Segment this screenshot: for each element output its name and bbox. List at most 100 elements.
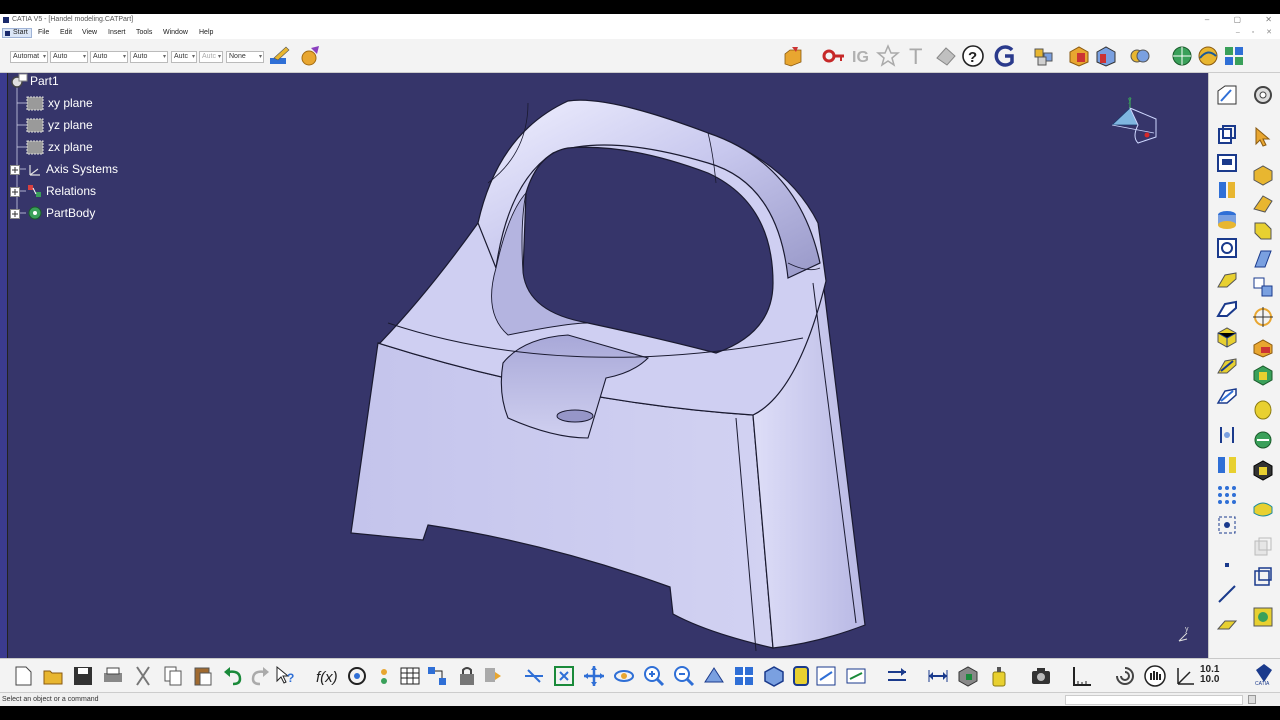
measure-item-icon[interactable] bbox=[926, 664, 950, 688]
analysis-icon[interactable] bbox=[1067, 44, 1091, 68]
remove-loft-icon[interactable] bbox=[1215, 296, 1239, 320]
axis-tool-icon[interactable] bbox=[1173, 664, 1197, 688]
paste-icon[interactable] bbox=[191, 664, 215, 688]
expand-icon[interactable] bbox=[10, 187, 20, 197]
fit-all-icon[interactable] bbox=[552, 664, 576, 688]
refresh-swirl-icon[interactable] bbox=[1113, 664, 1137, 688]
menu-window[interactable]: Window bbox=[163, 29, 188, 36]
slot-icon[interactable] bbox=[1251, 247, 1275, 271]
compass-icon[interactable]: y bbox=[1098, 93, 1160, 155]
line-thickness-combo[interactable]: Auto bbox=[90, 51, 128, 63]
chamfer-icon[interactable] bbox=[1251, 335, 1275, 359]
rib-icon[interactable] bbox=[1215, 236, 1239, 260]
zoom-in-icon[interactable] bbox=[642, 664, 666, 688]
hybrid-design-icon[interactable] bbox=[1196, 44, 1220, 68]
new-file-icon[interactable] bbox=[11, 664, 35, 688]
fly-mode-icon[interactable] bbox=[522, 664, 546, 688]
fillet-icon[interactable] bbox=[1215, 325, 1239, 349]
thickness-icon[interactable] bbox=[1215, 383, 1239, 407]
print-icon[interactable] bbox=[101, 664, 125, 688]
save-icon[interactable] bbox=[71, 664, 95, 688]
zoom-out-icon[interactable] bbox=[672, 664, 696, 688]
pocket-icon[interactable] bbox=[1215, 151, 1239, 175]
mirror-icon[interactable] bbox=[1215, 453, 1239, 477]
solid-combine-icon[interactable] bbox=[1251, 458, 1275, 482]
menu-tools[interactable]: Tools bbox=[136, 29, 152, 36]
capture-camera-icon[interactable] bbox=[1029, 664, 1053, 688]
cut-icon[interactable] bbox=[131, 664, 155, 688]
measure-between-icon[interactable] bbox=[885, 664, 909, 688]
eraser-icon[interactable] bbox=[934, 44, 958, 68]
pan-icon[interactable] bbox=[582, 664, 606, 688]
doc-restore-button[interactable]: ▫ bbox=[1252, 29, 1254, 36]
quick-view-icon[interactable] bbox=[1251, 605, 1275, 629]
sketcher-icon[interactable] bbox=[1215, 83, 1239, 107]
menu-file[interactable]: File bbox=[38, 29, 49, 36]
draft-icon[interactable] bbox=[1215, 353, 1239, 377]
thread-icon[interactable] bbox=[1251, 428, 1275, 452]
help-icon[interactable]: ? bbox=[961, 44, 985, 68]
3d-viewport[interactable]: y y bbox=[8, 73, 1208, 658]
part-render[interactable] bbox=[8, 73, 1208, 658]
doc-minimize-button[interactable]: – bbox=[1236, 29, 1240, 36]
plane-tool-icon[interactable] bbox=[1215, 613, 1239, 637]
rendering-style-combo[interactable]: Autc bbox=[199, 51, 223, 63]
iso-view-icon[interactable] bbox=[762, 664, 786, 688]
transparency-combo[interactable]: Auto bbox=[50, 51, 88, 63]
logo-g-icon[interactable] bbox=[993, 44, 1017, 68]
formula-icon[interactable]: f(x) bbox=[315, 664, 339, 688]
pad-icon[interactable] bbox=[1215, 123, 1239, 147]
update-icon[interactable] bbox=[481, 664, 505, 688]
menu-edit[interactable]: Edit bbox=[60, 29, 72, 36]
shading-icon[interactable] bbox=[789, 664, 813, 688]
menu-insert[interactable]: Insert bbox=[108, 29, 126, 36]
table-icon[interactable] bbox=[398, 664, 422, 688]
inertia-icon[interactable] bbox=[956, 664, 980, 688]
globe-icon[interactable] bbox=[1170, 44, 1194, 68]
multisection-icon[interactable] bbox=[1251, 275, 1275, 299]
hand-tool-icon[interactable] bbox=[1143, 664, 1167, 688]
graphic-properties-icon[interactable] bbox=[299, 44, 323, 68]
disabled-tool-icon[interactable] bbox=[1251, 535, 1275, 559]
hide-show-icon[interactable] bbox=[814, 664, 838, 688]
multi-view-icon[interactable] bbox=[732, 664, 756, 688]
menu-view[interactable]: View bbox=[82, 29, 97, 36]
rotate-icon[interactable] bbox=[612, 664, 636, 688]
swap-space-icon[interactable] bbox=[844, 664, 868, 688]
select-arrow-icon[interactable] bbox=[1251, 125, 1275, 149]
star-icon[interactable] bbox=[876, 44, 900, 68]
shaft-icon[interactable] bbox=[1215, 178, 1239, 202]
weight-icon[interactable] bbox=[987, 664, 1011, 688]
shell-icon[interactable] bbox=[1251, 363, 1275, 387]
command-input[interactable] bbox=[1065, 695, 1243, 705]
boolean-icon[interactable] bbox=[1128, 44, 1152, 68]
painter-icon[interactable] bbox=[268, 44, 292, 68]
sphere-icon[interactable] bbox=[1251, 398, 1275, 422]
key-icon[interactable] bbox=[822, 44, 846, 68]
split-icon[interactable] bbox=[1215, 423, 1239, 447]
knowledge-advisor-icon[interactable] bbox=[345, 664, 369, 688]
hand-cursor-icon[interactable] bbox=[781, 44, 805, 68]
catalog-icon[interactable] bbox=[1032, 44, 1056, 68]
wedge-icon[interactable] bbox=[1251, 191, 1275, 215]
maximize-button[interactable]: ▢ bbox=[1234, 15, 1242, 24]
loft-icon[interactable] bbox=[1215, 267, 1239, 291]
parameter-icon[interactable] bbox=[372, 664, 396, 688]
line-icon[interactable] bbox=[1215, 582, 1239, 606]
chain-icon[interactable] bbox=[425, 664, 449, 688]
menu-help[interactable]: Help bbox=[199, 29, 213, 36]
target-icon[interactable] bbox=[1251, 305, 1275, 329]
minimize-button[interactable]: – bbox=[1205, 15, 1209, 24]
text-icon[interactable]: T bbox=[905, 44, 929, 68]
draft-analysis-icon[interactable] bbox=[1094, 44, 1118, 68]
surface-icon[interactable] bbox=[1251, 497, 1275, 521]
redo-icon[interactable] bbox=[248, 664, 272, 688]
cylinder-icon[interactable] bbox=[1251, 219, 1275, 243]
point-snap-icon[interactable] bbox=[1215, 513, 1239, 537]
lock-icon[interactable] bbox=[455, 664, 479, 688]
settings-gear-icon[interactable] bbox=[1251, 83, 1275, 107]
doc-close-button[interactable]: ✕ bbox=[1266, 29, 1272, 36]
line-type-combo[interactable]: Auto bbox=[130, 51, 168, 63]
whats-this-icon[interactable]: ? bbox=[273, 664, 297, 688]
pattern-icon[interactable] bbox=[1215, 483, 1239, 507]
